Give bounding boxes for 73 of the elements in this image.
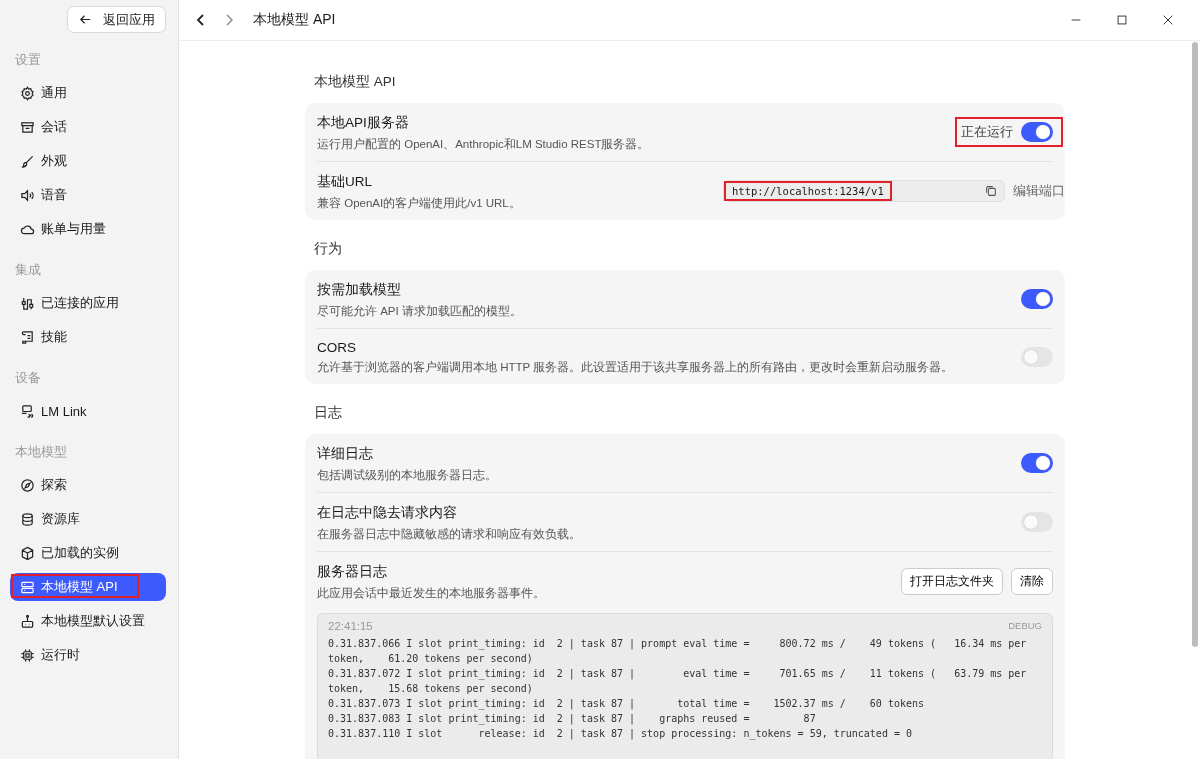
setting-title: 本地API服务器 (317, 114, 410, 132)
setting-title: 基础URL (317, 173, 373, 191)
setting-description: 在服务器日志中隐藏敏感的请求和响应有效负载。 (317, 527, 582, 542)
link-icon (20, 403, 35, 419)
gear-icon (20, 85, 35, 101)
section-heading: 设置 (15, 51, 42, 69)
toggle-switch[interactable] (1021, 289, 1053, 309)
sidebar-item[interactable]: 账单与用量 (10, 215, 166, 243)
section-heading: 本地模型 (15, 443, 68, 461)
sidebar-item[interactable]: 已连接的应用 (10, 289, 166, 317)
database-icon (20, 511, 35, 527)
scroll-icon (20, 329, 35, 345)
setting-title: 服务器日志 (317, 563, 388, 581)
sidebar-item[interactable]: 已加载的实例 (10, 539, 166, 567)
section-heading: 设备 (15, 369, 42, 387)
compass-icon (20, 477, 35, 493)
group-heading: 行为 (314, 240, 343, 258)
setting-description: 包括调试级别的本地服务器日志。 (317, 468, 498, 483)
copy-icon[interactable] (984, 184, 998, 198)
brush-icon (20, 153, 35, 169)
close-icon[interactable] (1161, 13, 1175, 27)
toggle-switch[interactable] (1021, 453, 1053, 473)
server-icon (20, 579, 35, 595)
sidebar-item[interactable]: 本地模型默认设置 (10, 607, 166, 635)
setting-description: 允许基于浏览器的客户端调用本地 HTTP 服务器。此设置适用于该共享服务器上的所有路由，更改时会重新启动服务器。 (317, 360, 955, 375)
scrollbar[interactable] (1192, 42, 1198, 647)
toggle-switch[interactable] (1021, 512, 1053, 532)
sidebar-item[interactable]: 运行时 (10, 641, 166, 669)
log-button[interactable]: 清除 (1011, 567, 1053, 595)
maximize-icon[interactable] (1115, 13, 1129, 27)
robot-icon (20, 613, 35, 629)
url-field[interactable]: http://localhost:1234/v1 (723, 180, 1005, 202)
cube-icon (20, 545, 35, 561)
sidebar-item[interactable]: 本地模型 API (10, 573, 166, 601)
sidebar-item[interactable]: 探索 (10, 471, 166, 499)
setting-title: 按需加载模型 (317, 281, 402, 299)
sidebar-item[interactable]: 会话 (10, 113, 166, 141)
log-line: 0.31.837.066 I slot print_timing: id 2 | task 87 | prompt eval time = 800.72 ms / 49 tokens ( 16.34 ms per (328, 637, 1028, 651)
setting-description: 运行用户配置的 OpenAI、Anthropic和LM Studio REST服务器。 (317, 137, 651, 152)
setting-title: 在日志中隐去请求内容 (317, 504, 458, 522)
log-line: 0.31.837.073 I slot print_timing: id 2 | task 87 | total time = 1502.37 ms / 60 tokens (328, 697, 926, 711)
log-line: 0.31.837.110 I slot release: id 2 | task 87 | stop processing: n_tokens = 59, truncated = 0 (328, 727, 913, 741)
setting-title: 详细日志 (317, 445, 374, 463)
log-line: 0.31.837.083 I slot print_timing: id 2 | task 87 | graphs reused = 87 (328, 712, 817, 726)
sidebar-item[interactable]: 外观 (10, 147, 166, 175)
toggle-switch[interactable] (1021, 346, 1053, 367)
sidebar-item[interactable]: 通用 (10, 79, 166, 107)
log-line: 0.31.837.072 I slot print_timing: id 2 | task 87 | eval time = 701.65 ms / 11 tokens ( 63.79 ms per (328, 667, 1028, 681)
log-timestamp: 22:41:15 (328, 620, 373, 632)
chip-icon (20, 647, 35, 663)
setting-description: 尽可能允许 API 请求加载匹配的模型。 (317, 304, 523, 319)
plug-icon (20, 295, 35, 311)
log-line: token, 15.68 tokens per second) (328, 682, 534, 696)
log-level: DEBUG (1008, 620, 1042, 632)
sidebar-item[interactable]: 资源库 (10, 505, 166, 533)
setting-description: 兼容 OpenAI的客户端使用此/v1 URL。 (317, 196, 522, 211)
edit-port-button[interactable]: 编辑端口 (1013, 182, 1065, 200)
setting-description: 此应用会话中最近发生的本地服务器事件。 (317, 586, 546, 601)
log-line: token, 61.20 tokens per second) (328, 652, 534, 666)
status-label: 正在运行 (961, 123, 1013, 141)
section-heading: 集成 (15, 261, 42, 279)
back-button[interactable]: 返回应用 (67, 6, 166, 33)
page-title: 本地模型 API (253, 11, 336, 29)
group-heading: 本地模型 API (314, 73, 397, 91)
log-button[interactable]: 打开日志文件夹 (901, 567, 1003, 595)
speaker-icon (20, 187, 35, 203)
archive-icon (20, 119, 35, 135)
setting-title: CORS (317, 340, 357, 355)
sidebar-item[interactable]: 技能 (10, 323, 166, 351)
group-heading: 日志 (314, 404, 343, 422)
sidebar-item[interactable]: 语音 (10, 181, 166, 209)
toggle-switch[interactable] (1021, 122, 1053, 142)
sidebar-item[interactable]: LM Link (10, 397, 166, 425)
